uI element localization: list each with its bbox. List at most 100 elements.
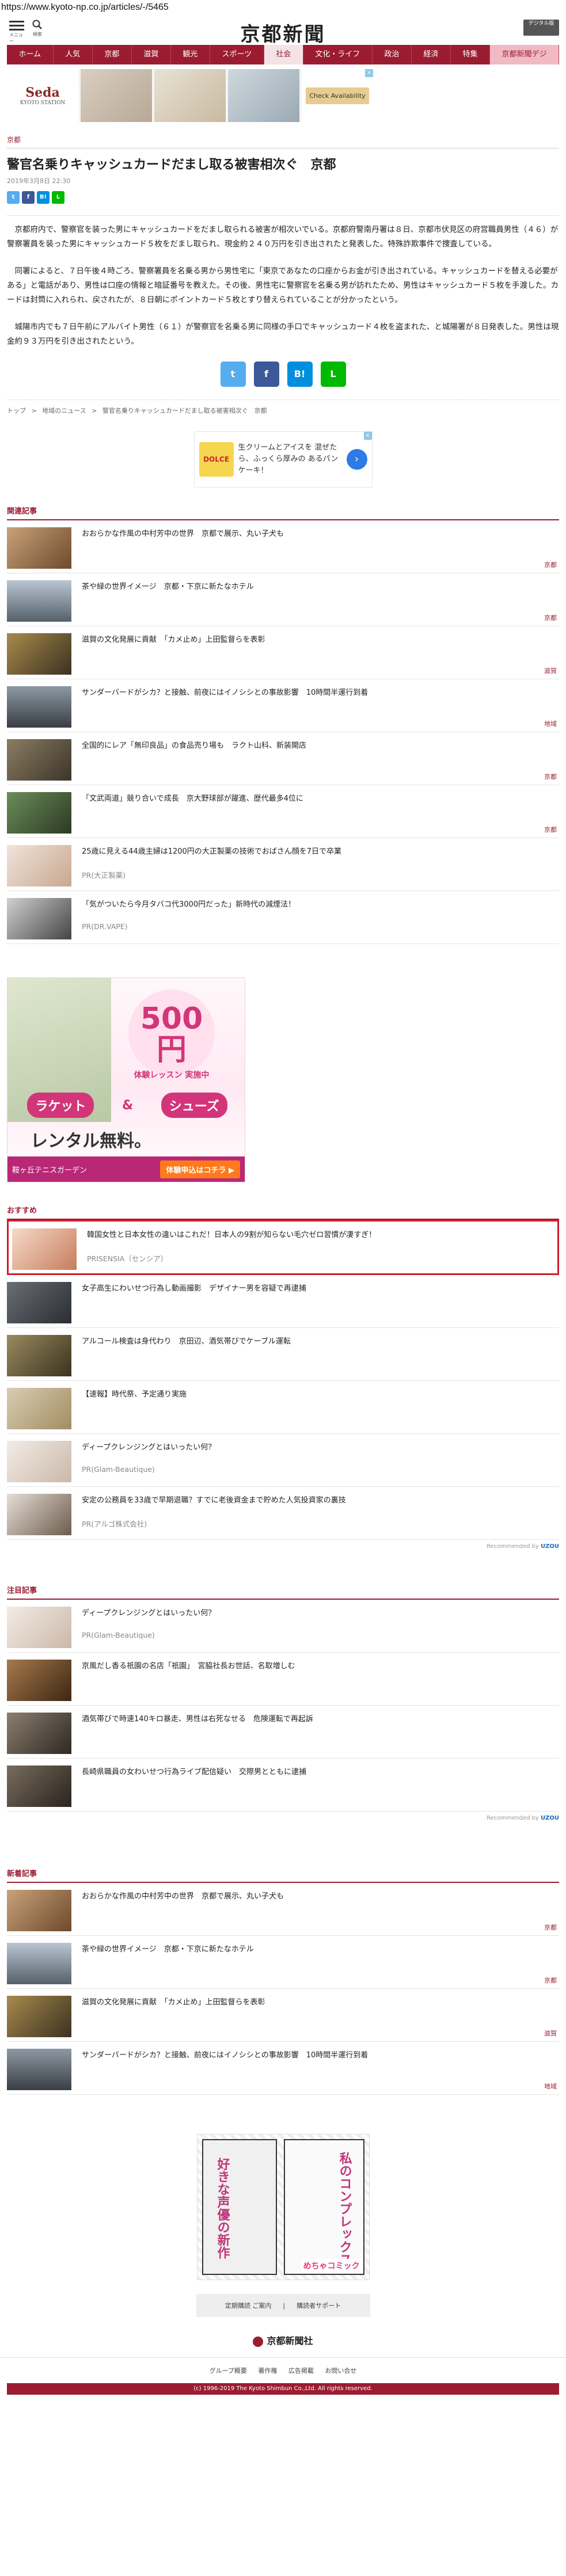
nav-digital[interactable]: 京都新聞デジ [490, 45, 560, 64]
nav-society[interactable]: 社会 [264, 45, 303, 64]
ad-image [154, 69, 226, 122]
thumbnail [7, 739, 71, 781]
line-icon[interactable]: L [52, 191, 64, 204]
list-item[interactable]: 滋賀の文化発展に貢献 「カメ止め」上田監督らを表彰 滋賀 [7, 626, 559, 679]
footer-link[interactable]: お問い合せ [325, 2367, 356, 2375]
breadcrumb-top[interactable]: トップ [7, 407, 26, 414]
recommended-articles: おすすめ 韓国女性と日本女性の違いはこれだ！日本人の9割が知らない毛穴ゼロ習慣が… [7, 1204, 559, 1550]
list-item[interactable]: 【速報】時代祭、予定通り実施 [7, 1381, 559, 1434]
footer-links: グループ概要 著作権 広告掲載 お問い合せ [0, 2357, 566, 2383]
uzou-logo[interactable]: UZOU [541, 1543, 559, 1550]
line-icon[interactable]: L [320, 362, 346, 387]
list-item[interactable]: 韓国女性と日本女性の違いはこれだ！日本人の9割が知らない毛穴ゼロ習慣が凄すぎ！ P… [7, 1220, 559, 1275]
list-item[interactable]: 酒気帯びで時速140キロ暴走、男性は右死なせる 危険運転で再起訴 [7, 1706, 559, 1759]
list-item[interactable]: 全国的にレア「無印良品」の食品売り場も ラクト山科、新装開店 京都 [7, 732, 559, 785]
recommended-by: Recommended by UZOU [7, 1812, 559, 1821]
digital-button[interactable]: デジタル版 [523, 20, 559, 36]
hatena-icon[interactable]: B! [37, 191, 50, 204]
address-bar[interactable]: https://www.kyoto-np.co.jp/articles/-/54… [0, 0, 566, 17]
list-item[interactable]: 「文武両道」競り合いで成長 京大野球部が躍進、歴代最多4位に 京都 [7, 785, 559, 838]
list-item[interactable]: アルコール検査は身代わり 京田辺、酒気帯びでケーブル運転 [7, 1328, 559, 1381]
thumbnail [7, 792, 71, 834]
ad-cta-button[interactable]: 体験申込はコチラ ▶ [160, 1160, 240, 1178]
list-item[interactable]: サンダーバードがシカ？と接触、前夜にはイノシシとの事故影響 10時間半運行到着地… [7, 679, 559, 732]
twitter-icon[interactable]: t [7, 191, 20, 204]
nav-tourism[interactable]: 観光 [171, 45, 210, 64]
manga-ad[interactable]: 好きな声優の新作 私のコンプレックス めちゃコミック [196, 2134, 370, 2280]
nav-economy[interactable]: 経済 [412, 45, 451, 64]
item-title: 長崎県職員の女わいせつ行為ライブ配信疑い 交際男とともに逮捕 [82, 1768, 307, 1776]
thumbnail [7, 1335, 71, 1376]
item-title: 滋賀の文化発展に貢献 「カメ止め」上田監督らを表彰 [82, 636, 265, 644]
list-item[interactable]: ディープクレンジングとはいったい何？ PR(Glam-Beautique) [7, 1434, 559, 1487]
recommended-by-label: Recommended by [487, 1543, 539, 1550]
item-category: 京都 [544, 773, 557, 781]
hatena-icon[interactable]: B! [287, 362, 313, 387]
footer-link[interactable]: グループ概要 [210, 2367, 247, 2375]
list-item[interactable]: おおらかな作風の中村芳中の世界 京都で展示、丸い子犬も 京都 [7, 1883, 559, 1936]
ad-close-icon[interactable]: × [363, 432, 372, 440]
article-paragraph: 同署によると、７日午後４時ごろ、警察署員を名乗る男から男性宅に「東京であなたの口… [7, 267, 559, 305]
arrow-right-icon[interactable]: › [346, 449, 367, 470]
mid-ad[interactable]: DOLCE 生クリームとアイスを 混ぜたら、ふっくら厚みの あるパンケーキ！ ›… [193, 431, 373, 488]
list-item[interactable]: ディープクレンジングとはいったい何？ PR(Glam-Beautique) [7, 1600, 559, 1653]
nav-politics[interactable]: 政治 [373, 45, 412, 64]
ad-cta-button[interactable]: Check Availability [302, 69, 373, 122]
list-item[interactable]: 安定の公務員を33歳で早期退職？すでに老後資金まで貯めた人気投資家の裏技 PR(ア… [7, 1487, 559, 1540]
subscription-link[interactable]: 定期購読 ご案内 [225, 2301, 272, 2310]
nav-shiga[interactable]: 滋賀 [132, 45, 171, 64]
item-title: おおらかな作風の中村芳中の世界 京都で展示、丸い子犬も [82, 530, 284, 538]
thumbnail [7, 580, 71, 622]
thumbnail [7, 845, 71, 886]
breadcrumb-local[interactable]: 地域のニュース [42, 407, 86, 414]
thumbnail [7, 1765, 71, 1807]
facebook-icon[interactable]: f [253, 362, 279, 387]
thumbnail [7, 1890, 71, 1931]
list-item[interactable]: サンダーバードがシカ？と接触、前夜にはイノシシとの事故影響 10時間半運行到着地… [7, 2042, 559, 2095]
recommended-by: Recommended by UZOU [7, 1540, 559, 1550]
footer-link[interactable]: 広告掲載 [288, 2367, 314, 2375]
nav-feature[interactable]: 特集 [451, 45, 491, 64]
thumbnail [7, 1943, 71, 1984]
nav-home[interactable]: ホーム [7, 45, 54, 64]
footer-link[interactable]: 著作権 [258, 2367, 277, 2375]
tennis-ad[interactable]: 500円 体験レッスン 実施中 ラケット & シューズ レンタル無料。 鞍ヶ丘テ… [7, 977, 245, 1182]
list-item[interactable]: 長崎県職員の女わいせつ行為ライブ配信疑い 交際男とともに逮捕 [7, 1759, 559, 1812]
sponsor-label: PR(Glam-Beautique) [82, 1631, 155, 1639]
sponsor-label: PR(Glam-Beautique) [82, 1465, 155, 1474]
list-item[interactable]: 女子高生にわいせつ行為し動画撮影 デザイナー男を容疑で再逮捕 [7, 1275, 559, 1328]
nav-popular[interactable]: 人気 [54, 45, 93, 64]
article-category[interactable]: 京都 [7, 135, 559, 149]
list-item[interactable]: おおらかな作風の中村芳中の世界 京都で展示、丸い子犬も 京都 [7, 520, 559, 573]
footer-logo[interactable]: 京都新聞社 [7, 2333, 559, 2347]
list-item[interactable]: 京風だし香る祇園の名店「祇園」 宮脇社長お世話、名取増しむ [7, 1653, 559, 1706]
site-logo[interactable]: 京都新聞 [7, 18, 559, 47]
ad-venue: 鞍ヶ丘テニスガーデン [12, 1166, 88, 1175]
nav-culture[interactable]: 文化・ライフ [303, 45, 373, 64]
list-item[interactable]: 「気がついたら今月タバコ代3000円だった」新時代の減煙法！ PR(DR.VAPE… [7, 891, 559, 944]
nav-kyoto[interactable]: 京都 [93, 45, 132, 64]
list-item[interactable]: 滋賀の文化発展に貢献 「カメ止め」上田監督らを表彰 滋賀 [7, 1989, 559, 2042]
breadcrumb-sep: > [92, 407, 97, 414]
support-link[interactable]: 購読者サポート [297, 2301, 341, 2310]
thumbnail [7, 1388, 71, 1429]
ad-footer: 鞍ヶ丘テニスガーデン 体験申込はコチラ ▶ [7, 1156, 245, 1182]
list-item[interactable]: 25歳に見える44歳主婦は1200円の大正製薬の技術でおばさん顔を7日で卒業 PR… [7, 838, 559, 891]
item-title: 韓国女性と日本女性の違いはこれだ！日本人の9割が知らない毛穴ゼロ習慣が凄すぎ！ [87, 1231, 377, 1239]
top-ad-banner[interactable]: Seda KYOTO STATION Check Availability × [7, 69, 373, 122]
list-item[interactable]: 茶や緑の世界イメージ 京都・下京に新たなホテル 京都 [7, 573, 559, 626]
item-title: 酒気帯びで時速140キロ暴走、男性は右死なせる 危険運転で再起訴 [82, 1715, 313, 1723]
facebook-icon[interactable]: f [22, 191, 35, 204]
thumbnail [7, 633, 71, 675]
uzou-logo[interactable]: UZOU [541, 1815, 559, 1821]
sponsor-label: PR(アルゴ株式会社) [82, 1520, 147, 1528]
item-title: サンダーバードがシカ？と接触、前夜にはイノシシとの事故影響 10時間半運行到着 [82, 688, 369, 697]
article-body: 京都府内で、警察官を装った男にキャッシュカードをだまし取られる被害が相次いでいる… [7, 215, 559, 349]
twitter-icon[interactable]: t [220, 362, 246, 387]
list-item[interactable]: 茶や緑の世界イメージ 京都・下京に新たなホテル 京都 [7, 1936, 559, 1989]
nav-sports[interactable]: スポーツ [210, 45, 264, 64]
ad-price-sub: 体験レッスン 実施中 [134, 1071, 210, 1080]
ad-panel [283, 2139, 364, 2275]
ad-image [228, 69, 299, 122]
ad-close-icon[interactable]: × [365, 69, 373, 77]
